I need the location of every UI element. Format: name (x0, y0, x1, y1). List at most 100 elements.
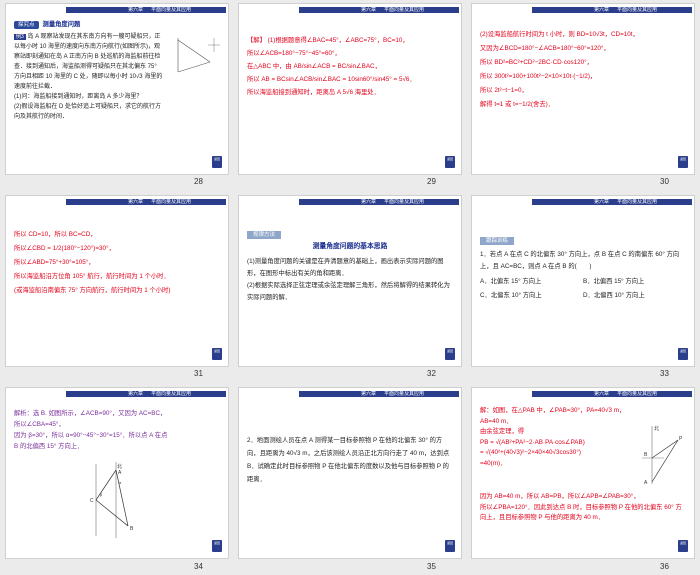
section-label: 平面向量及其应用 (617, 7, 658, 13)
section-label: 平面向量及其应用 (151, 199, 192, 205)
slide-number: 29 (427, 177, 436, 186)
slide-thumbnail-31[interactable]: 第六章 平面向量及其应用 所以 CD=10，所以 BC=CD， 所以∠CBD = … (5, 195, 229, 367)
question-2: (2)假设海监船在 D 处恰好追上可疑船只，求它的航行方向及其航行的时间． (14, 104, 162, 120)
slide-number: 31 (194, 369, 203, 378)
slide-header: 第六章 平面向量及其应用 (6, 196, 228, 205)
return-button[interactable]: 返回 (678, 348, 688, 360)
practice-ribbon: 跟踪训练 (480, 237, 515, 245)
section-label: 平面向量及其应用 (151, 391, 192, 397)
section-title: 测量角度问题 (42, 21, 81, 28)
solution-line-4: 所以海监船沿方位角 105° 航行，航行时间为 1 个小时． (14, 273, 170, 280)
figure-label-north: 北 (654, 425, 659, 432)
chapter-label: 第六章 (361, 199, 377, 205)
slide-thumbnail-36[interactable]: 第六章 平面向量及其应用 解：如图，在△PAB 中，∠PAB=30°，PA=40√… (471, 387, 695, 559)
slide-header: 第六章 平面向量及其应用 (472, 388, 694, 397)
section-label: 平面向量及其应用 (384, 7, 425, 13)
slide-number: 30 (660, 177, 669, 186)
slide-number: 32 (427, 369, 436, 378)
slide-number: 33 (660, 369, 669, 378)
solution-line-7: 所以∠PBA=120°．因此到达点 B 时，目标参照物 P 在他的北偏东 60°… (480, 503, 682, 522)
option-b[interactable]: B．北偏西 15° 方向上 (583, 275, 686, 289)
slide-thumbnail-30[interactable]: 第六章 平面向量及其应用 (2)设海监船航行时间为 t 小时，则 BD=10√3t… (471, 3, 695, 175)
solution-line-5: =40(m)． (480, 459, 507, 467)
analysis-line-1: 解析：选 B. 如图所示，∠ACB=90°，又因为 AC=BC， (14, 410, 167, 417)
slide-number: 35 (427, 562, 436, 571)
section-tag: 探究点 (14, 21, 39, 29)
question-text: 2．地面测绘人员在点 A 测得某一目标参照物 P 在他的北偏东 30° 的方向，… (247, 437, 450, 483)
solution-line-1: 所以 CD=10，所以 BC=CD， (14, 231, 97, 238)
option-a[interactable]: A．北偏东 15° 方向上 (480, 275, 583, 289)
solution-line-3: PB = √(AB²+PA²−2·AB·PA·cos∠PAB) (480, 438, 585, 446)
figure-label-c: C (90, 498, 94, 504)
solution-line-1: (2)设海监船航行时间为 t 小时，则 BD=10√3t，CD=10t， (480, 31, 639, 38)
problem-text: 岛 A 观察站发现在其东南方向有一艘可疑船只，正以每小时 10 海里的速度向东南… (14, 34, 163, 90)
slide-header: 第六章 平面向量及其应用 (239, 4, 461, 13)
solution-line-6: 因为 AB=40 m，所以 AB=PB，所以∠APB=∠PAB=30°， (480, 493, 640, 500)
solution-line-2: 所以∠ACB=180°−75°−45°=60°， (247, 50, 341, 57)
slide-header: 第六章 平面向量及其应用 (239, 196, 461, 205)
slide-number: 36 (660, 562, 669, 571)
bearing-figure: 北 P B A (642, 425, 683, 486)
figure-label-p: P (679, 436, 683, 442)
options-list: A．北偏东 15° 方向上 B．北偏西 15° 方向上 C．北偏东 10° 方向… (480, 275, 686, 303)
figure-label-alpha: α (119, 480, 122, 485)
section-label: 平面向量及其应用 (384, 391, 425, 397)
slide-header: 第六章 平面向量及其应用 (6, 4, 228, 13)
section-label: 平面向量及其应用 (617, 199, 658, 205)
solution-line-2: 所以∠CBD = 1/2(180°−120°)=30°， (14, 245, 115, 252)
section-label: 平面向量及其应用 (151, 7, 192, 13)
return-button[interactable]: 返回 (212, 540, 222, 552)
figure-label-beta: β (100, 492, 103, 497)
chapter-label: 第六章 (594, 391, 610, 397)
slide-thumbnail-29[interactable]: 第六章 平面向量及其应用 【解】 (1)根据题意得∠BAC=45°，∠ABC=75… (238, 3, 462, 175)
slide-header: 第六章 平面向量及其应用 (239, 388, 461, 397)
slide-thumbnail-33[interactable]: 第六章 平面向量及其应用 跟踪训练 1．若点 A 在点 C 的北偏东 30° 方向… (471, 195, 695, 367)
solution-line-4: = √(40²+(40√3)²−2×40×40√3cos30°) (480, 449, 581, 456)
chapter-label: 第六章 (361, 391, 377, 397)
slide-number: 34 (194, 562, 203, 571)
solution-line-5: 所以 2t²−t−1=0， (480, 87, 528, 94)
solution-line-5: (或海监船沿南偏东 75° 方向航行，航行时间为 1 个小时) (14, 287, 171, 294)
solution-line-6: 解得 t=1 或 t=−1/2(舍去)． (480, 101, 555, 108)
slide-thumbnail-28[interactable]: 第六章 平面向量及其应用 探究点 测量角度问题 例3 岛 A 观察站发现在其东南方向… (5, 3, 229, 175)
section-label: 平面向量及其应用 (617, 391, 658, 397)
solution-line-4: 所以 300t²=100+100t²−2×10×10t·(−1/2)， (480, 73, 597, 80)
chapter-label: 第六章 (128, 199, 144, 205)
return-button[interactable]: 返回 (212, 348, 222, 360)
solution-line-3: 在△ABC 中，由 AB/sin∠ACB = BC/sin∠BAC， (247, 63, 381, 70)
slide-header: 第六章 平面向量及其应用 (6, 388, 228, 397)
chapter-label: 第六章 (128, 391, 144, 397)
section-label: 平面向量及其应用 (384, 199, 425, 205)
return-button[interactable]: 返回 (445, 348, 455, 360)
slide-thumbnail-32[interactable]: 第六章 平面向量及其应用 规律方法 测量角度问题的基本思路 (1)测量角度问题的关… (238, 195, 462, 367)
method-point-2: (2)根据实际选择正弦定理或余弦定理解三角形，然后将解得的结果转化为实际问题的解… (247, 281, 450, 301)
solution-line-1: 解：如图，在△PAB 中，∠PAB=30°，PA=40√3 m，AB=40 m． (480, 407, 626, 425)
solution-line-5: 所以海监船接到通知时，距离岛 A 5√6 海里处． (247, 89, 380, 96)
solution-line-4: 所以 AB = BCsin∠ACB/sin∠BAC = 10sin60°/sin… (247, 76, 416, 83)
slide-number: 28 (194, 177, 203, 186)
slide-header: 第六章 平面向量及其应用 (472, 4, 694, 13)
slide-thumbnail-35[interactable]: 第六章 平面向量及其应用 2．地面测绘人员在点 A 测得某一目标参照物 P 在他的… (238, 387, 462, 559)
figure-label-b: B (130, 526, 134, 532)
analysis-line-4: B 的北偏西 15° 方向上． (14, 443, 84, 450)
slide-thumbnail-34[interactable]: 第六章 平面向量及其应用 解析：选 B. 如图所示，∠ACB=90°，又因为 AC… (5, 387, 229, 559)
question-1: (1)问：海监船接到通知时，距离岛 A 多少海里？ (14, 94, 143, 100)
option-d[interactable]: D．北偏西 10° 方向上 (583, 289, 686, 303)
question-text: 1．若点 A 在点 C 的北偏东 30° 方向上，点 B 在点 C 的南偏东 6… (480, 251, 680, 271)
solution-line-2: 由余弦定理，得 (480, 428, 525, 435)
option-c[interactable]: C．北偏东 10° 方向上 (480, 289, 583, 303)
analysis-line-3: 因为 β=30°，所以 α=90°−45°−30°=15°．所以点 A 在点 (14, 432, 168, 439)
return-button[interactable]: 返回 (212, 156, 222, 168)
chapter-label: 第六章 (128, 7, 144, 13)
analysis-line-2: 所以∠CBA=45°， (14, 421, 65, 428)
return-button[interactable]: 返回 (678, 540, 688, 552)
example-label: 例3 (14, 34, 26, 40)
solution-line-3: 所以∠ABD=75°+30°=105°， (14, 259, 95, 266)
chapter-label: 第六章 (594, 199, 610, 205)
return-button[interactable]: 返回 (678, 156, 688, 168)
return-button[interactable]: 返回 (445, 156, 455, 168)
triangle-figure: 北 A C B α β (90, 462, 134, 538)
solution-line-3: 所以 BD²=BC²+CD²−2BC·CD·cos120°， (480, 59, 593, 66)
figure-label-north: 北 (117, 463, 122, 470)
return-button[interactable]: 返回 (445, 540, 455, 552)
